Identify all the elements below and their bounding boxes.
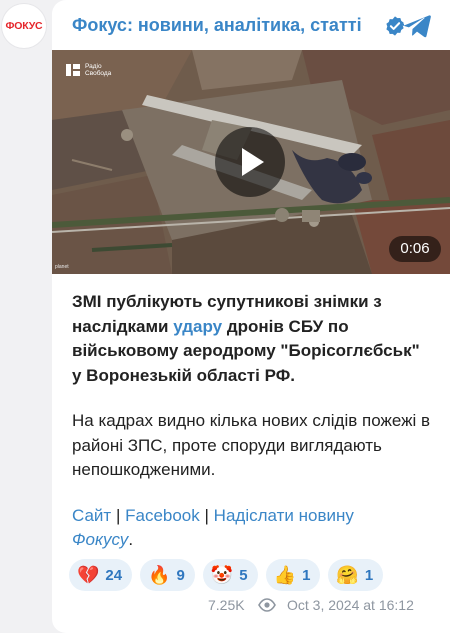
- reaction-clown[interactable]: 🤡 5: [202, 559, 258, 591]
- video-duration: 0:06: [389, 236, 441, 262]
- submit-news-link[interactable]: Надіслати новину: [214, 506, 354, 525]
- watermark-line-2: Свобода: [85, 70, 112, 77]
- clown-face-icon: 🤡: [210, 565, 234, 585]
- telegram-share-icon[interactable]: [402, 12, 432, 40]
- reaction-count: 5: [239, 566, 248, 584]
- facebook-link[interactable]: Facebook: [125, 506, 200, 525]
- message-header: Фокус: новини, аналітика, статті: [52, 0, 450, 50]
- hugging-face-icon: 🤗: [336, 565, 359, 585]
- reaction-count: 1: [364, 566, 374, 584]
- avatar-label: ФОКУС: [5, 20, 43, 32]
- reaction-thumbs-up[interactable]: 👍 1: [265, 559, 321, 591]
- focus-link[interactable]: Фокусу: [72, 530, 128, 549]
- channel-title[interactable]: Фокус: новини, аналітика, статті: [72, 15, 362, 36]
- reactions-bar: 💔 24 🔥 9 🤡 5 👍 1 🤗 1: [69, 559, 384, 591]
- post-links: Сайт | Facebook | Надіслати новину Фокусу…: [72, 504, 432, 553]
- timestamp: Oct 3, 2024 at 16:12: [287, 597, 414, 613]
- post-paragraph-1: ЗМІ публікують супутникові знімки з насл…: [72, 290, 432, 388]
- watermark-line-1: Радіо: [85, 63, 102, 70]
- views-count: 7.25K: [208, 597, 245, 613]
- eye-icon: [258, 598, 276, 612]
- thumbs-up-icon: 👍: [273, 565, 297, 585]
- play-button[interactable]: [215, 127, 285, 197]
- reaction-hugging-face[interactable]: 🤗 1: [328, 559, 384, 591]
- fire-icon: 🔥: [148, 565, 171, 585]
- reaction-count: 9: [176, 566, 185, 584]
- post-paragraph-2: На кадрах видно кілька нових слідів поже…: [72, 411, 431, 479]
- reaction-broken-heart[interactable]: 💔 24: [69, 559, 133, 591]
- image-source-tag: planet: [55, 264, 69, 270]
- site-link[interactable]: Сайт: [72, 506, 111, 525]
- link-separator: |: [115, 505, 121, 525]
- message-footer: 7.25K Oct 3, 2024 at 16:12: [52, 597, 450, 617]
- radio-svoboda-logo: Радіо Свобода: [65, 62, 111, 78]
- reaction-count: 24: [105, 566, 123, 584]
- channel-avatar[interactable]: ФОКУС: [2, 4, 46, 48]
- radio-svoboda-mark-icon: [66, 64, 80, 76]
- link-separator: |: [204, 505, 209, 525]
- strike-link[interactable]: удару: [173, 317, 222, 336]
- message-bubble: Фокус: новини, аналітика, статті Радіо С…: [52, 0, 450, 633]
- reaction-fire[interactable]: 🔥 9: [140, 559, 195, 591]
- post-text: ЗМІ публікують супутникові знімки з насл…: [72, 290, 432, 553]
- reaction-count: 1: [302, 566, 311, 584]
- period: .: [128, 530, 134, 549]
- video-preview[interactable]: Радіо Свобода 0:06 planet: [52, 50, 450, 274]
- broken-heart-icon: 💔: [77, 565, 100, 585]
